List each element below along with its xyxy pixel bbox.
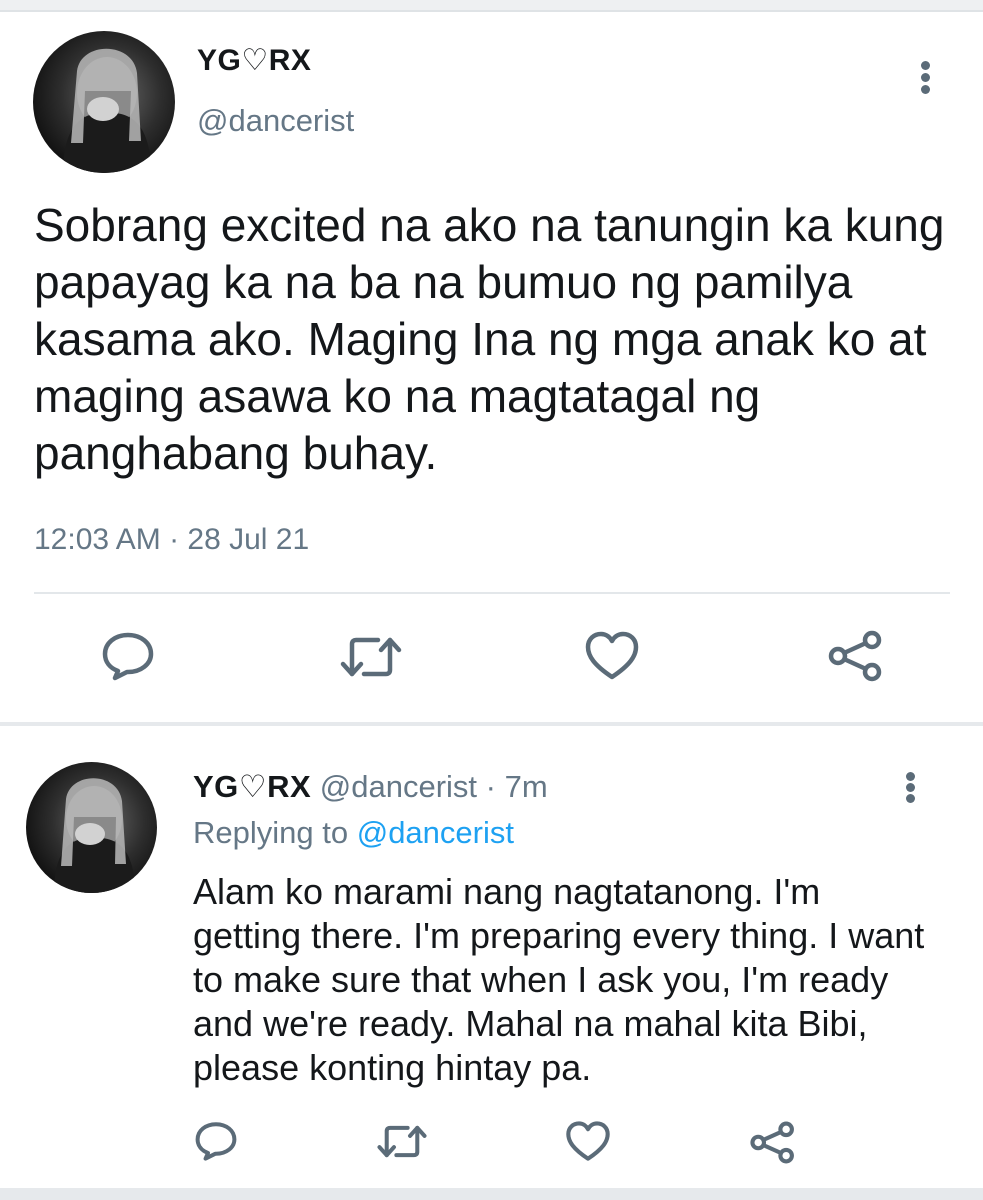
reply-header: YG♡RX @dancerist · 7m bbox=[193, 769, 548, 805]
reply-icon[interactable] bbox=[100, 630, 156, 682]
like-icon[interactable] bbox=[565, 1120, 611, 1162]
top-separator-border bbox=[0, 10, 983, 12]
like-icon[interactable] bbox=[584, 630, 640, 682]
tweet-separator bbox=[0, 722, 983, 726]
replying-to-label: Replying to bbox=[193, 815, 357, 850]
reply-icon[interactable] bbox=[194, 1120, 238, 1162]
replying-to-line: Replying to @dancerist bbox=[193, 815, 514, 851]
reply-avatar[interactable] bbox=[26, 762, 157, 893]
share-icon[interactable] bbox=[828, 630, 884, 682]
reply-more-options-icon[interactable] bbox=[903, 772, 917, 803]
reply-separator: · bbox=[477, 769, 505, 804]
tweet-timestamp[interactable]: 12:03 AM · 28 Jul 21 bbox=[34, 523, 309, 557]
user-handle[interactable]: @dancerist bbox=[197, 103, 354, 139]
top-separator bbox=[0, 0, 983, 10]
display-name[interactable]: YG♡RX bbox=[197, 43, 311, 78]
tweet-text: Sobrang excited na ako na tanungin ka ku… bbox=[34, 199, 945, 479]
divider bbox=[34, 592, 950, 594]
reply-text: Alam ko marami nang nagtatanong. I'm get… bbox=[193, 871, 925, 1088]
reply-display-name[interactable]: YG♡RX bbox=[193, 769, 311, 804]
avatar[interactable] bbox=[33, 31, 175, 173]
reply-handle[interactable]: @dancerist bbox=[320, 769, 477, 804]
reply-handle-space bbox=[311, 769, 320, 804]
retweet-icon[interactable] bbox=[340, 634, 402, 680]
bottom-separator bbox=[0, 1188, 983, 1200]
replying-to-mention[interactable]: @dancerist bbox=[357, 815, 514, 850]
share-icon[interactable] bbox=[750, 1120, 796, 1164]
reply-age: 7m bbox=[504, 769, 548, 804]
more-options-icon[interactable] bbox=[918, 61, 932, 94]
retweet-icon[interactable] bbox=[377, 1122, 427, 1160]
